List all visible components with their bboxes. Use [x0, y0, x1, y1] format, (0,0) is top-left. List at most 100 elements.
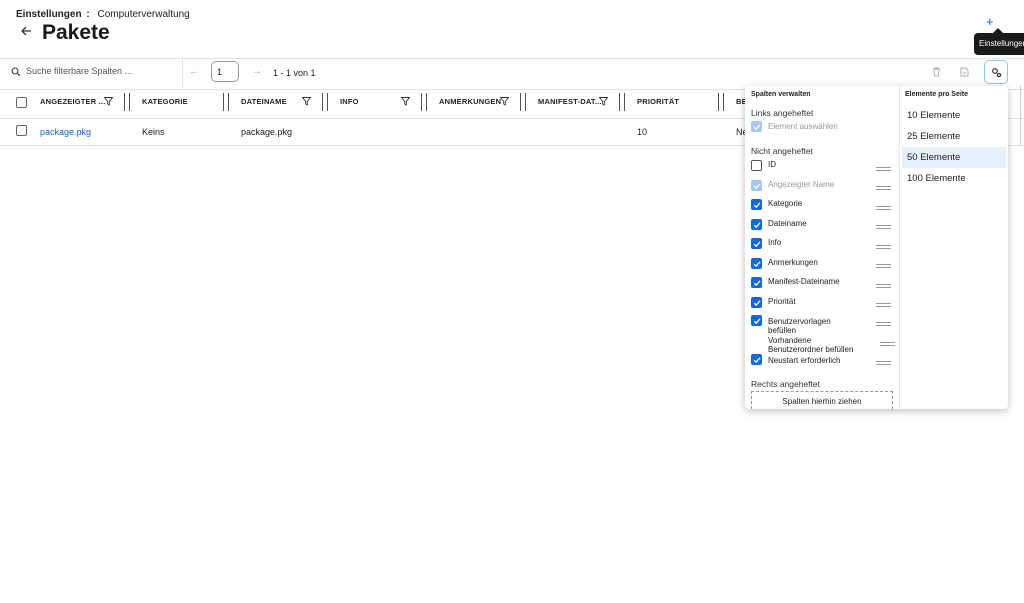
column-toggle-checkbox[interactable]	[751, 219, 762, 230]
pinned-right-dropzone[interactable]: Spalten hierhin ziehen	[751, 391, 893, 409]
column-header-name[interactable]: ANGEZEIGTER ...	[40, 97, 106, 106]
column-header-info[interactable]: INFO	[340, 97, 359, 106]
column-toggle-checkbox[interactable]	[751, 160, 762, 171]
page-size-option[interactable]: 25 Elemente	[902, 126, 1006, 147]
drag-handle-icon[interactable]	[876, 186, 891, 192]
page-title: Pakete	[42, 21, 110, 44]
check-icon	[753, 240, 760, 247]
page-size-option-selected[interactable]: 50 Elemente	[902, 147, 1006, 168]
column-resize-handle[interactable]	[421, 93, 427, 111]
drag-handle-icon[interactable]	[876, 284, 891, 290]
column-toggle-label: ID	[768, 160, 776, 169]
column-toggle-checkbox[interactable]	[751, 297, 762, 308]
cell-priority: 10	[637, 127, 648, 137]
search-icon	[11, 67, 21, 77]
select-all-checkbox[interactable]	[16, 97, 27, 108]
column-toggle-label: Dateiname	[768, 219, 807, 228]
filter-icon[interactable]	[500, 97, 509, 106]
filter-icon[interactable]	[401, 97, 410, 106]
column-toggle-label: Priorität	[768, 297, 796, 306]
column-resize-handle[interactable]	[619, 93, 625, 111]
scrollbar-edge	[1020, 86, 1021, 146]
gear-icon	[991, 67, 1001, 77]
column-toggle-checkbox[interactable]	[751, 315, 762, 326]
column-toggle-label: Anmerkungen	[768, 258, 818, 267]
column-toggle-label: Kategorie	[768, 199, 803, 208]
back-button[interactable]	[20, 24, 32, 41]
breadcrumb-current: Computerverwaltung	[97, 9, 190, 20]
pinned-right-label: Rechts angeheftet	[751, 379, 820, 389]
column-header-filename[interactable]: DATEINAME	[241, 97, 287, 106]
trash-icon[interactable]	[932, 67, 941, 77]
unpinned-label: Nicht angeheftet	[751, 146, 813, 156]
cell-filename: package.pkg	[241, 127, 293, 137]
column-toggle-label: Angezeigter Name	[768, 180, 835, 189]
next-page-button[interactable]: →	[252, 66, 262, 77]
column-toggle-checkbox	[751, 180, 762, 191]
check-icon	[753, 317, 760, 324]
column-toggle-checkbox[interactable]	[751, 238, 762, 249]
drag-handle-icon[interactable]	[876, 245, 891, 251]
drag-handle-icon[interactable]	[880, 342, 895, 348]
column-resize-handle[interactable]	[223, 93, 229, 111]
column-header-priority[interactable]: PRIORITÄT	[637, 97, 679, 106]
pinned-left-checkbox	[751, 121, 762, 132]
drag-handle-icon[interactable]	[876, 322, 891, 328]
drag-handle-icon[interactable]	[876, 264, 891, 270]
drag-handle-icon[interactable]	[876, 361, 891, 367]
panel-divider	[899, 86, 900, 409]
package-name-link[interactable]: package.pkg	[40, 127, 91, 137]
column-resize-handle[interactable]	[124, 93, 130, 111]
drag-handle-icon[interactable]	[876, 167, 891, 173]
filter-icon[interactable]	[599, 97, 608, 106]
drag-handle-icon[interactable]	[876, 303, 891, 309]
row-checkbox[interactable]	[16, 125, 27, 136]
cell-category: Keins	[142, 127, 165, 137]
column-header-manifest[interactable]: MANIFEST-DAT...	[538, 97, 602, 106]
check-icon	[753, 201, 760, 208]
column-header-notes[interactable]: ANMERKUNGEN	[439, 97, 501, 106]
column-toggle-label: Vorhandene Benutzerordner befüllen	[768, 336, 854, 354]
column-toggle-label: Neustart erforderlich	[768, 356, 841, 365]
check-icon	[753, 221, 760, 228]
page-size-option[interactable]: 100 Elemente	[902, 168, 1006, 189]
column-toggle-label: Manifest-Dateiname	[768, 277, 840, 286]
page-number-input[interactable]: 1	[211, 61, 239, 82]
check-icon	[753, 260, 760, 267]
drag-handle-icon[interactable]	[876, 206, 891, 212]
column-resize-handle[interactable]	[718, 93, 724, 111]
search-input[interactable]: Suche filterbare Spalten ...	[26, 66, 132, 76]
column-toggle-checkbox[interactable]	[751, 199, 762, 210]
items-per-page-heading: Elemente pro Seite	[905, 91, 969, 98]
toolbar-divider	[182, 58, 183, 88]
settings-tooltip: Einstellungen	[974, 33, 1024, 55]
previous-page-button[interactable]: ←	[189, 66, 199, 77]
export-file-icon[interactable]	[960, 67, 969, 77]
breadcrumb-settings[interactable]: Einstellungen	[16, 9, 82, 20]
column-toggle-label: Info	[768, 238, 782, 247]
column-toggle-label: Benutzervorlagen befüllen	[768, 317, 831, 335]
arrow-left-icon	[21, 26, 31, 36]
check-icon	[753, 356, 760, 363]
filter-icon[interactable]	[302, 97, 311, 106]
breadcrumb-separator: :	[86, 9, 90, 20]
column-toggle-checkbox[interactable]	[751, 258, 762, 269]
check-icon	[753, 182, 760, 189]
add-button[interactable]: +	[986, 14, 994, 29]
manage-columns-heading: Spalten verwalten	[751, 91, 811, 98]
filter-icon[interactable]	[104, 97, 113, 106]
column-resize-handle[interactable]	[322, 93, 328, 111]
pinned-left-item: Element auswählen	[768, 122, 838, 131]
page-size-option[interactable]: 10 Elemente	[902, 105, 1006, 126]
check-icon	[753, 279, 760, 286]
column-toggle-checkbox[interactable]	[751, 354, 762, 365]
check-icon	[753, 123, 760, 130]
column-toggle-checkbox[interactable]	[751, 277, 762, 288]
check-icon	[753, 299, 760, 306]
page-range: 1 - 1 von 1	[273, 68, 316, 78]
drag-handle-icon[interactable]	[876, 225, 891, 231]
pinned-left-label: Links angeheftet	[751, 108, 814, 118]
column-header-category[interactable]: KATEGORIE	[142, 97, 188, 106]
column-resize-handle[interactable]	[520, 93, 526, 111]
settings-button[interactable]	[984, 60, 1008, 84]
